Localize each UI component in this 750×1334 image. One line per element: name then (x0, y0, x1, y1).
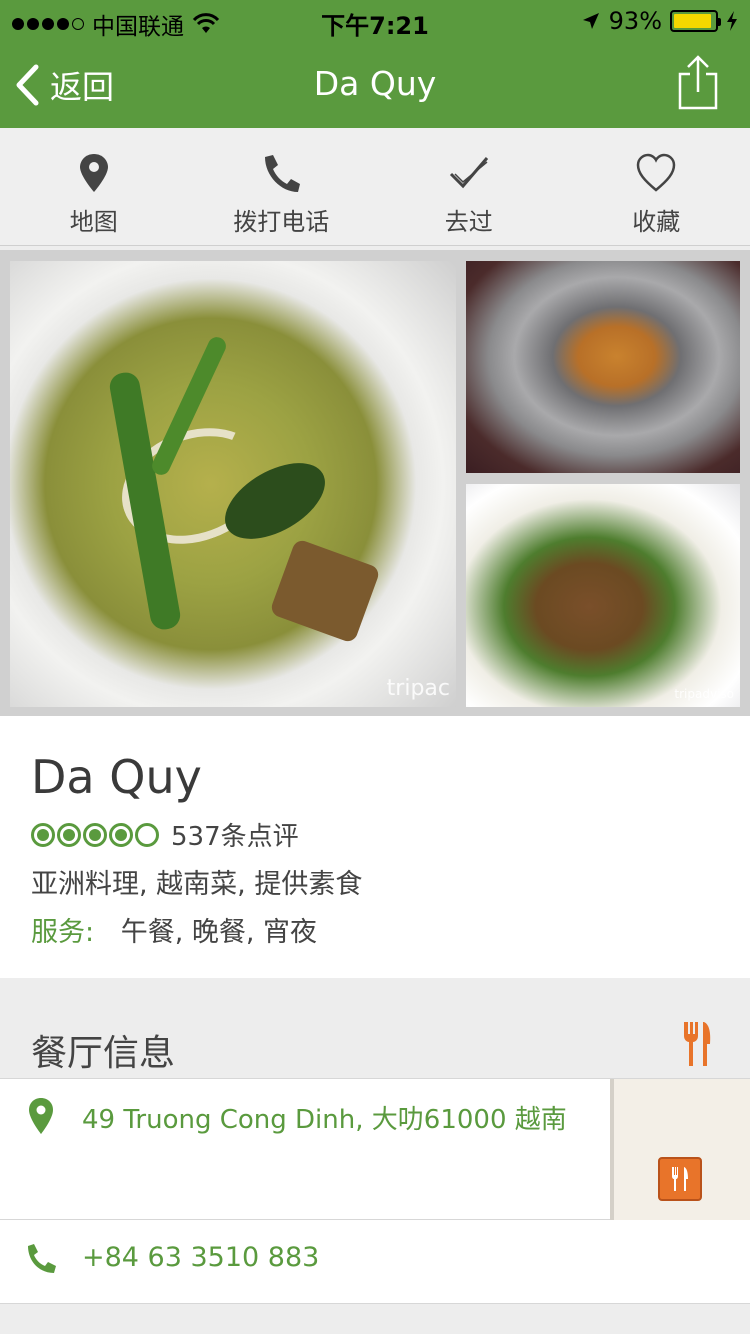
favorite-button[interactable]: 收藏 (563, 128, 750, 245)
phone-icon (28, 1244, 56, 1273)
photo-gallery: tripac tripadviso (0, 250, 750, 716)
battery-icon (670, 10, 721, 32)
phone-number: +84 63 3510 883 (82, 1242, 320, 1273)
review-count: 537条点评 (171, 822, 299, 852)
photo-bottom-right[interactable]: tripadviso (466, 484, 740, 707)
status-bar: 中国联通 下午7:21 93% (0, 0, 750, 40)
section-title: 餐厅信息 (31, 1033, 176, 1074)
restaurant-info: Da Quy 537条点评 亚洲料理, 越南菜, 提供素食 服务: 午餐, 晚餐… (0, 716, 750, 978)
map-label: 地图 (69, 208, 118, 236)
map-pin-icon (79, 154, 108, 192)
rating-bubble-icon (57, 822, 81, 847)
checkmark-icon (449, 157, 488, 189)
charging-icon (727, 11, 737, 31)
page-title: Da Quy (313, 64, 437, 103)
rating-row[interactable]: 537条点评 (31, 816, 299, 853)
photo-top-right[interactable] (466, 261, 740, 473)
phone-row[interactable]: +84 63 3510 883 (0, 1220, 750, 1304)
rating-bubble-icon (83, 822, 107, 847)
service-row: 服务: 午餐, 晚餐, 宵夜 (31, 910, 317, 949)
photo-main[interactable]: tripac (10, 261, 456, 707)
photo-watermark: tripac (386, 676, 450, 701)
heart-icon (636, 153, 676, 192)
address-text: 49 Truong Cong Dinh, 大叻61000 越南 (82, 1105, 567, 1135)
map-button[interactable]: 地图 (0, 128, 188, 245)
cuisine-list: 亚洲料理, 越南菜, 提供素食 (31, 869, 363, 900)
section-header: 餐厅信息 (0, 978, 750, 1078)
restaurant-name: Da Quy (31, 750, 202, 804)
phone-icon (265, 155, 301, 192)
location-pin-icon (29, 1098, 53, 1134)
action-bar: 地图 拨打电话 去过 收藏 (0, 128, 750, 246)
location-arrow-icon (582, 13, 599, 29)
call-label: 拨打电话 (233, 208, 330, 236)
map-thumbnail[interactable] (610, 1079, 750, 1220)
navigation-bar: 返回 Da Quy (0, 40, 750, 128)
been-there-button[interactable]: 去过 (375, 128, 563, 245)
photo-watermark-small: tripadviso (674, 687, 734, 701)
service-value: 午餐, 晚餐, 宵夜 (120, 917, 318, 948)
status-right: 93% (581, 7, 738, 35)
call-button[interactable]: 拨打电话 (188, 128, 376, 245)
battery-percent: 93% (608, 7, 662, 35)
restaurant-map-marker-icon (658, 1157, 702, 1201)
address-row[interactable]: 49 Truong Cong Dinh, 大叻61000 越南 (0, 1078, 750, 1220)
utensils-icon (684, 1022, 711, 1066)
been-there-label: 去过 (444, 208, 493, 236)
favorite-label: 收藏 (632, 208, 681, 236)
rating-bubble-icon (31, 822, 55, 847)
rating-bubble-empty-icon (135, 822, 159, 847)
rating-bubbles (31, 822, 159, 847)
rating-bubble-icon (109, 822, 133, 847)
top-bar: 中国联通 下午7:21 93% 返回 Da Quy (0, 0, 750, 128)
share-icon[interactable] (676, 54, 720, 112)
service-label: 服务: (31, 917, 95, 948)
